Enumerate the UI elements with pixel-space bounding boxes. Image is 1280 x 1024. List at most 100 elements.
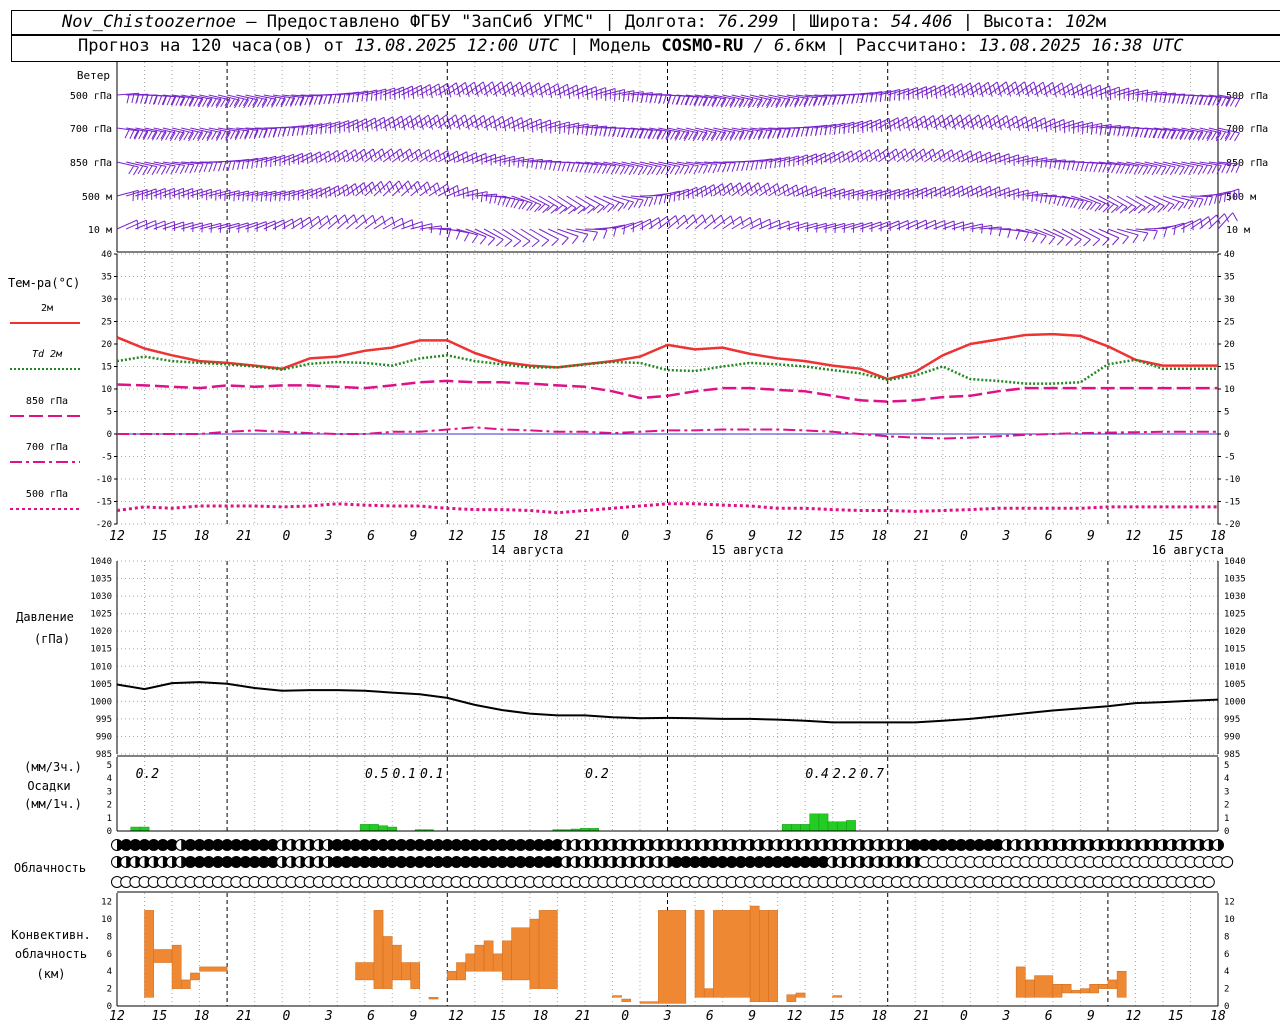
wind-barb-feather [610, 165, 617, 175]
precip-bar [130, 826, 141, 832]
wind-barb-feather [531, 158, 534, 168]
wind-barb-feather [1188, 166, 1195, 176]
temp-legend-label-t700: 700 гПа [26, 442, 68, 453]
wind-barb-feather [1214, 194, 1218, 204]
wind-barb-feather [239, 130, 245, 140]
wind-barb-feather [634, 129, 640, 139]
pressure-tick-right: 1005 [1224, 680, 1246, 690]
temp-tick-left: 0 [107, 430, 112, 440]
hour-tick-label-bottom: 0 [960, 1009, 968, 1024]
wind-barb-feather [198, 163, 204, 173]
wind-barb-feather [124, 129, 130, 139]
conv-title-2: облачность [15, 947, 87, 961]
wind-barb-shaft [1107, 87, 1129, 96]
temp-tick-left: 40 [101, 250, 112, 260]
wind-barb-feather [430, 223, 433, 234]
wind-barb-feather [552, 161, 557, 171]
wind-barb-feather [306, 154, 309, 165]
wind-barb-shaft [1052, 119, 1074, 129]
wind-barb-shaft [125, 219, 147, 230]
wind-barb-feather [137, 165, 144, 175]
conv-bar [180, 979, 191, 989]
wind-barb-feather [776, 183, 781, 193]
wind-level-label: 850 гПа [70, 158, 112, 169]
wind-barb-feather [456, 185, 460, 195]
wind-barb-shaft [474, 153, 496, 163]
precip-tick-right: 5 [1224, 761, 1229, 771]
wind-barb-feather [260, 192, 263, 202]
precip-bar [139, 826, 150, 832]
conv-bar [382, 936, 393, 989]
wind-barb-feather [277, 127, 282, 137]
wind-barb-feather [251, 192, 254, 202]
wind-barb-feather [674, 166, 681, 175]
wind-barb-shaft [997, 154, 1019, 163]
wind-barb-feather [517, 158, 520, 168]
wind-barb-feather [455, 230, 461, 240]
wind-barb-feather [648, 197, 654, 207]
wind-barb-feather [1133, 165, 1140, 175]
hour-tick-label: 12 [787, 529, 803, 544]
conv-bar [786, 994, 797, 1002]
hour-tick-label-bottom: 18 [1210, 1009, 1226, 1024]
wind-barb-shaft [603, 195, 625, 205]
temp-legend-label-td2m: Td 2м [32, 349, 63, 360]
precip-3h-label: 0.2 [585, 767, 609, 782]
wind-barb-shaft [951, 222, 974, 230]
conv-bar [447, 970, 457, 981]
hour-tick-label: 3 [1001, 529, 1010, 544]
wind-barb-feather [622, 92, 626, 103]
conv-tick-right: 10 [1224, 915, 1235, 925]
wind-barb-feather [304, 96, 309, 106]
hour-tick-label: 9 [410, 529, 418, 544]
wind-barb-feather [148, 94, 153, 105]
wind-barb-feather [726, 162, 731, 172]
wind-barb-feather [561, 162, 566, 172]
wind-barb-feather [1150, 91, 1153, 102]
wind-barb-feather [638, 199, 644, 209]
wind-barb-feather [297, 155, 300, 165]
hour-tick-label-bottom: 9 [410, 1009, 418, 1024]
wind-barb-feather [256, 98, 263, 107]
conv-bar [392, 944, 402, 981]
cloud-symbols [111, 839, 1234, 888]
wind-barb-feather [1100, 89, 1103, 100]
wind-barb-feather [1183, 130, 1190, 140]
precip-3h-label: 2.2 [833, 767, 857, 782]
wind-barb-feather [1111, 164, 1117, 174]
wind-barb-feather [875, 121, 878, 131]
wind-barb-shaft [942, 221, 964, 230]
wind-barb-shaft [529, 119, 551, 129]
wind-barb-shaft [1089, 228, 1110, 240]
wind-barb-feather [1094, 203, 1102, 212]
wind-barb-feather [717, 163, 722, 173]
temp-tick-right: -10 [1224, 475, 1240, 485]
conv-bar [612, 995, 622, 998]
temp-tick-right: 0 [1224, 430, 1229, 440]
wind-barb-feather [418, 149, 423, 159]
temp-tick-right: 10 [1224, 385, 1235, 395]
precip-bar [836, 821, 847, 832]
wind-barb-feather [1086, 123, 1089, 134]
wind-barb-feather [357, 122, 360, 133]
wind-barb-shaft [190, 188, 212, 197]
meteogram: Ветер 500 гПа 500 гПа 700 гПа 700 гПа 850 гПа… [8, 62, 1268, 1024]
wind-barb-feather [1083, 239, 1091, 247]
hour-tick-label-bottom: 21 [236, 1009, 252, 1024]
wind-barb-feather [603, 229, 608, 239]
wind-barb-feather [494, 193, 498, 204]
conv-bar [502, 940, 512, 981]
wind-barb-feather [265, 191, 268, 201]
wind-barb-shaft [181, 222, 203, 230]
wind-barb-feather [166, 96, 172, 106]
conv-tick-left: 4 [107, 967, 112, 977]
conv-tick-right: 2 [1224, 985, 1229, 995]
wind-barb-feather [820, 154, 823, 165]
wind-barb-feather [834, 125, 836, 135]
wind-barb-shaft [795, 186, 817, 197]
wind-barb-feather [1211, 164, 1218, 174]
pressure-tick-left: 1030 [90, 592, 112, 602]
wind-barb-feather [1070, 198, 1076, 208]
wind-barb-feather [479, 236, 487, 245]
precip-tick-right: 0 [1224, 827, 1229, 837]
